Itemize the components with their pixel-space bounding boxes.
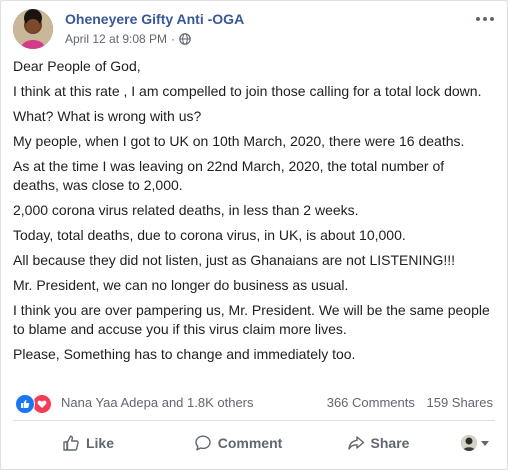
- like-button[interactable]: Like: [13, 427, 163, 459]
- love-icon: [32, 394, 52, 414]
- author-avatar[interactable]: [13, 9, 53, 49]
- author-name[interactable]: Oheneyere Gifty Anti -OGA: [65, 11, 244, 27]
- share-label: Share: [370, 435, 410, 451]
- reaction-audience-selector[interactable]: [461, 435, 495, 451]
- post-paragraph: My people, when I got to UK on 10th Marc…: [13, 133, 465, 149]
- post-paragraph: 2,000 corona virus related deaths, in le…: [13, 202, 359, 218]
- post-paragraph: I think you are over pampering us, Mr. P…: [13, 302, 490, 337]
- reactions-bar: Nana Yaa Adepa and 1.8K others 366 Comme…: [13, 393, 493, 414]
- globe-icon[interactable]: [179, 33, 191, 45]
- comments-count[interactable]: 366 Comments: [327, 395, 415, 410]
- share-arrow-icon: [347, 436, 364, 450]
- post-paragraph: As at the time I was leaving on 22nd Mar…: [13, 158, 445, 193]
- meta-separator: ·: [171, 32, 176, 46]
- chevron-down-icon: [481, 440, 489, 446]
- like-icon: [15, 394, 35, 414]
- user-avatar: [461, 435, 477, 451]
- share-button[interactable]: Share: [313, 427, 443, 459]
- post-paragraph: Today, total deaths, due to corona virus…: [13, 227, 406, 243]
- engagement-counts: 366 Comments 159 Shares: [319, 395, 493, 410]
- avatar-image: [13, 9, 53, 49]
- comment-bubble-icon: [195, 435, 211, 451]
- post-paragraph: Please, Something has to change and imme…: [13, 346, 356, 362]
- user-avatar-image: [461, 435, 477, 451]
- reaction-icons[interactable]: [15, 394, 52, 414]
- post-card: Oheneyere Gifty Anti -OGA April 12 at 9:…: [0, 0, 508, 470]
- thumbs-up-icon: [63, 435, 79, 451]
- post-paragraph: All because they did not listen, just as…: [13, 252, 456, 268]
- more-options-button[interactable]: [473, 9, 497, 29]
- more-dot: [483, 17, 487, 21]
- post-paragraph: What? What is wrong with us?: [13, 108, 202, 124]
- reactors-summary[interactable]: Nana Yaa Adepa and 1.8K others: [61, 395, 254, 410]
- post-paragraph: Dear People of God,: [13, 58, 141, 74]
- actions-divider: [13, 420, 495, 421]
- more-dot: [490, 17, 494, 21]
- comment-label: Comment: [217, 435, 283, 451]
- post-header: Oheneyere Gifty Anti -OGA April 12 at 9:…: [13, 9, 497, 53]
- post-meta: April 12 at 9:08 PM ·: [65, 32, 191, 46]
- post-body: Dear People of God, I think at this rate…: [13, 57, 491, 370]
- comment-button[interactable]: Comment: [163, 427, 313, 459]
- post-actions: Like Comment Share: [13, 425, 495, 461]
- post-timestamp[interactable]: April 12 at 9:08 PM: [65, 32, 167, 46]
- like-label: Like: [85, 435, 114, 451]
- post-paragraph: I think at this rate , I am compelled to…: [13, 83, 482, 99]
- heart-glyph: [37, 400, 47, 408]
- more-dot: [476, 17, 480, 21]
- shares-count[interactable]: 159 Shares: [427, 395, 494, 410]
- thumbs-up-glyph: [21, 400, 30, 408]
- post-paragraph: Mr. President, we can no longer do busin…: [13, 277, 349, 293]
